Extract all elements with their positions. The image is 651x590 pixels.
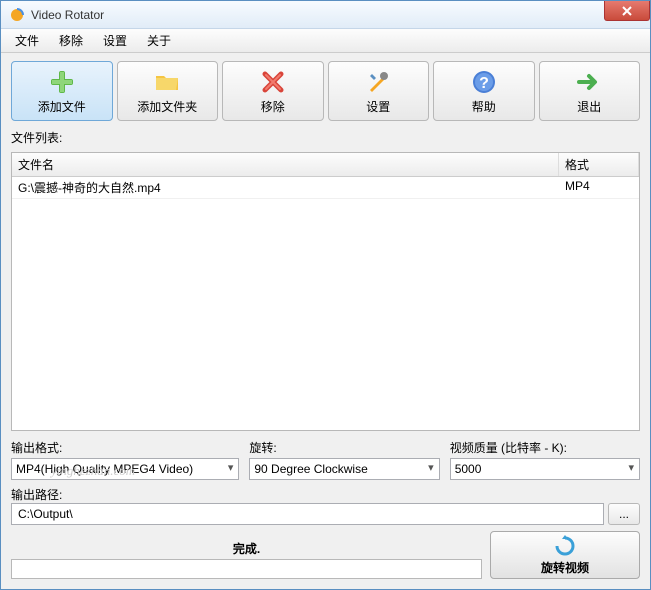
output-path-input[interactable]	[11, 503, 604, 525]
output-format-col: 输出格式:	[11, 437, 239, 480]
settings-label: 设置	[366, 98, 390, 115]
progress-area: 完成.	[11, 540, 482, 579]
file-table: 文件名 格式 G:\震撼-神奇的大自然.mp4 MP4	[11, 152, 640, 431]
remove-button[interactable]: 移除	[222, 61, 324, 121]
cell-format: MP4	[559, 177, 639, 198]
browse-button[interactable]: ...	[608, 503, 640, 525]
menu-file[interactable]: 文件	[7, 30, 47, 51]
col-format[interactable]: 格式	[559, 153, 639, 176]
settings-button[interactable]: 设置	[328, 61, 430, 121]
quality-select[interactable]	[450, 458, 640, 480]
menu-settings[interactable]: 设置	[95, 30, 135, 51]
window-title: Video Rotator	[31, 8, 104, 22]
options-row: 输出格式: 旋转: 视频质量 (比特率 - K):	[11, 437, 640, 480]
add-file-label: 添加文件	[38, 98, 86, 115]
add-file-button[interactable]: 添加文件	[11, 61, 113, 121]
exit-button[interactable]: 退出	[539, 61, 641, 121]
add-folder-label: 添加文件夹	[137, 98, 197, 115]
table-body[interactable]: G:\震撼-神奇的大自然.mp4 MP4	[12, 177, 639, 430]
quality-col: 视频质量 (比特率 - K):	[450, 437, 640, 480]
output-path-section: 输出路径: ...	[11, 486, 640, 525]
rotation-select[interactable]	[249, 458, 439, 480]
bottom-row: 完成. 旋转视频	[11, 531, 640, 579]
rotate-button-label: 旋转视频	[541, 559, 589, 576]
toolbar: 添加文件 添加文件夹 移除 设置 ? 帮助 退出	[11, 61, 640, 121]
tools-icon	[364, 68, 392, 96]
cell-filename: G:\震撼-神奇的大自然.mp4	[12, 177, 559, 198]
rotation-col: 旋转:	[249, 437, 439, 480]
quality-label: 视频质量 (比特率 - K):	[450, 439, 640, 456]
table-row[interactable]: G:\震撼-神奇的大自然.mp4 MP4	[12, 177, 639, 199]
progress-bar	[11, 559, 482, 579]
help-icon: ?	[470, 68, 498, 96]
main-window: Video Rotator 文件 移除 设置 关于 添加文件 添加文件夹 移除	[0, 0, 651, 590]
delete-icon	[259, 68, 287, 96]
rotate-video-button[interactable]: 旋转视频	[490, 531, 640, 579]
help-label: 帮助	[472, 98, 496, 115]
exit-icon	[575, 68, 603, 96]
titlebar: Video Rotator	[1, 1, 650, 29]
content-area: 添加文件 添加文件夹 移除 设置 ? 帮助 退出 文件列表	[1, 53, 650, 589]
table-header: 文件名 格式	[12, 153, 639, 177]
plus-icon	[48, 68, 76, 96]
menu-about[interactable]: 关于	[139, 30, 179, 51]
remove-label: 移除	[261, 98, 285, 115]
file-list-label: 文件列表:	[11, 129, 640, 146]
help-button[interactable]: ? 帮助	[433, 61, 535, 121]
svg-text:?: ?	[479, 75, 489, 92]
menubar: 文件 移除 设置 关于	[1, 29, 650, 53]
progress-label: 完成.	[11, 540, 482, 557]
menu-remove[interactable]: 移除	[51, 30, 91, 51]
folder-icon	[153, 68, 181, 96]
add-folder-button[interactable]: 添加文件夹	[117, 61, 219, 121]
rotate-icon	[554, 535, 576, 557]
close-icon	[622, 6, 632, 16]
exit-label: 退出	[577, 98, 601, 115]
col-filename[interactable]: 文件名	[12, 153, 559, 176]
output-format-select[interactable]	[11, 458, 239, 480]
output-format-label: 输出格式:	[11, 439, 239, 456]
app-icon	[9, 7, 25, 23]
close-button[interactable]	[604, 1, 650, 21]
rotation-label: 旋转:	[249, 439, 439, 456]
output-path-label: 输出路径:	[11, 488, 62, 502]
